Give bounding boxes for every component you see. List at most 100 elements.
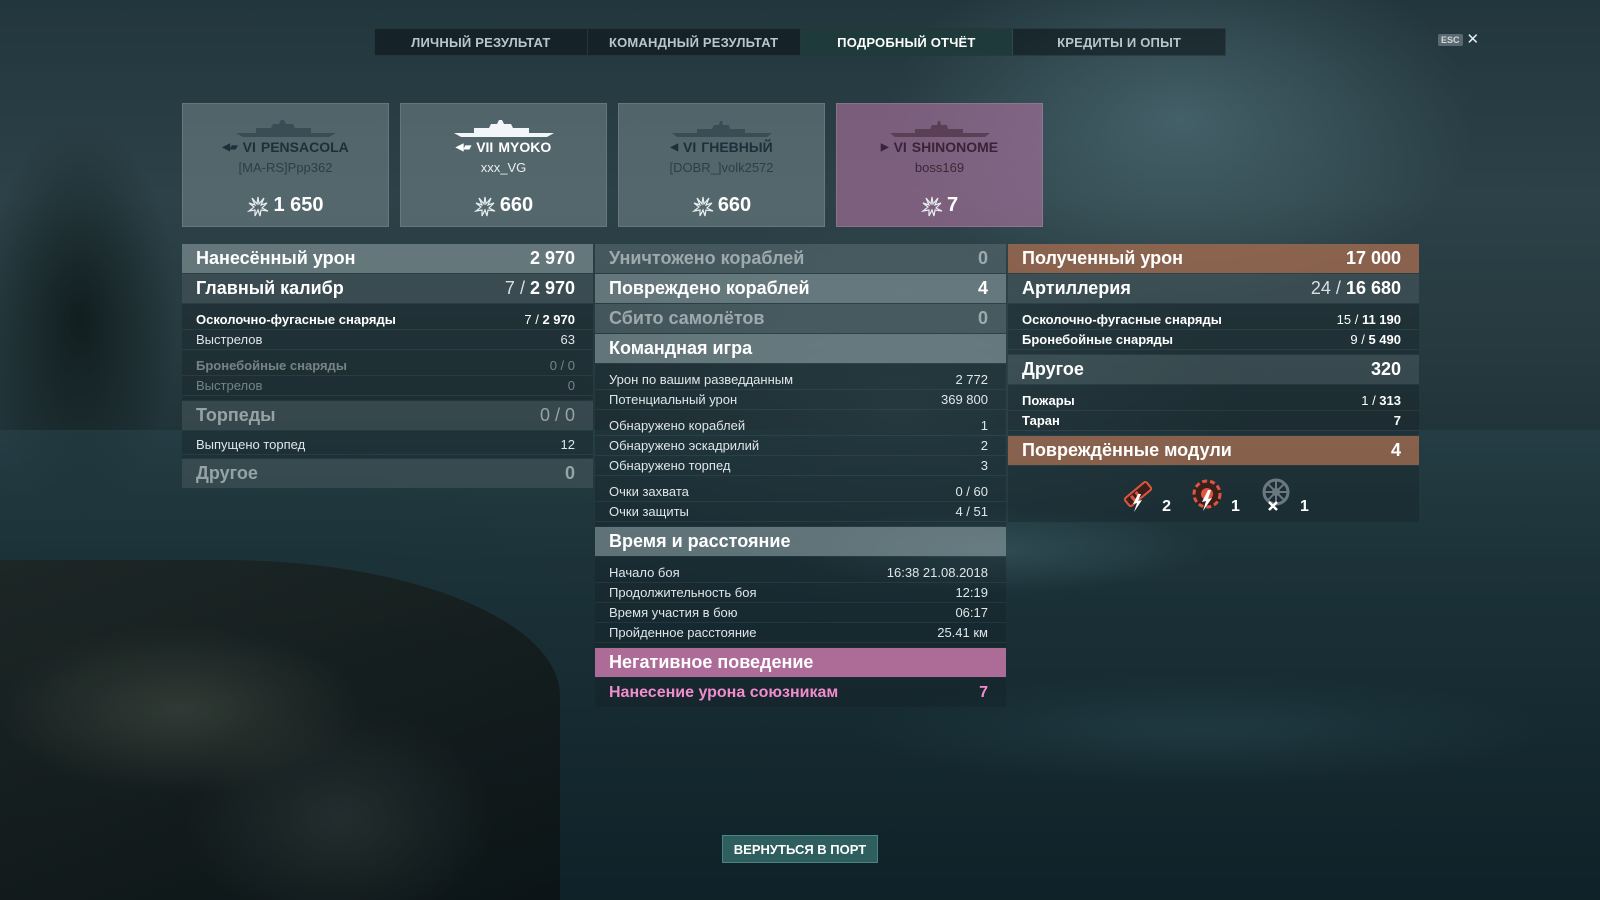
module-item[interactable]: 1 [1187, 474, 1240, 515]
received-he-row: Осколочно-фугасные снаряды 15 / 11 190 [1008, 310, 1419, 330]
defense-points-row: Очки защиты 4 / 51 [595, 502, 1006, 522]
return-to-port-button[interactable]: ВЕРНУТЬСЯ В ПОРТ [722, 835, 878, 863]
artillery-header: Артиллерия 24 / 16 680 [1008, 274, 1419, 303]
fires-row: Пожары 1 / 313 [1008, 391, 1419, 411]
negative-behavior-header: Негативное поведение [595, 648, 1006, 677]
cruiser-icon: ◀▰ [455, 141, 472, 153]
ship-name: SHINONOME [911, 139, 999, 155]
damage-burst-icon [473, 196, 496, 216]
ship-card[interactable]: ▶ VI SHINONOME boss169 7 [836, 103, 1043, 227]
module-item[interactable]: 1 [1256, 474, 1309, 515]
main-battery-header: Главный калибр 7 / 2 970 [182, 274, 593, 303]
damage-burst-icon [691, 196, 714, 216]
close-button[interactable]: ESC ✕ [1438, 32, 1479, 47]
ap-shots-row: Выстрелов 0 [182, 376, 593, 396]
tab-personal-result[interactable]: ЛИЧНЫЙ РЕЗУЛЬТАТ [375, 29, 588, 55]
participation-time-row: Время участия в бою 06:17 [595, 603, 1006, 623]
ship-silhouette-icon [889, 121, 990, 137]
ship-name: ГНЕВНЫЙ [701, 139, 773, 155]
potential-damage-row: Потенциальный урон 369 800 [595, 390, 1006, 410]
ship-silhouette-icon [453, 120, 554, 137]
ap-shells-row: Бронебойные снаряды 0 / 0 [182, 356, 593, 376]
damage-burst-icon [920, 196, 943, 216]
capture-points-row: Очки захвата 0 / 60 [595, 482, 1006, 502]
time-distance-details: Начало боя 16:38 21.08.2018 Продолжительн… [595, 557, 1006, 647]
esc-key-badge: ESC [1438, 33, 1463, 46]
damage-dealt-to-ship: 1 650 [183, 194, 388, 217]
received-other-details: Пожары 1 / 313 Таран 7 [1008, 385, 1419, 435]
damage-dealt-to-ship: 660 [619, 194, 824, 217]
torpedo-details: Выпущено торпед 12 [182, 431, 593, 458]
ship-tier: VI [683, 139, 697, 155]
score-value: 660 [717, 194, 752, 216]
player-name: [DOBR_]volk2572 [669, 160, 774, 175]
damaged-modules-header: Повреждённые модули 4 [1008, 436, 1419, 465]
gun-damaged-icon [1124, 480, 1153, 512]
team-damage-row: Нанесение урона союзникам 7 [595, 678, 1006, 707]
planes-shot-down-header: Сбито самолётов 0 [595, 304, 1006, 333]
ship-name: MYOKO [498, 139, 552, 155]
destroyer-icon: ◀ [670, 141, 679, 153]
ship-title: ▶ VI SHINONOME [837, 139, 1042, 155]
combat-stats-panel: Уничтожено кораблей 0 Повреждено кораблей… [595, 244, 1006, 707]
spotted-ships-row: Обнаружено кораблей 1 [595, 416, 1006, 436]
ship-silhouette-icon [671, 121, 772, 137]
teamplay-header: Командная игра [595, 334, 1006, 363]
damage-burst-icon [247, 196, 269, 216]
dealt-damage-panel: Нанесённый урон 2 970 Главный калибр 7 / … [182, 244, 593, 489]
artillery-details: Осколочно-фугасные снаряды 15 / 11 190 Б… [1008, 304, 1419, 354]
ship-card[interactable]: ◀▰ VI PENSACOLA [MA-RS]Ppp362 1 650 [182, 103, 389, 227]
steering-destroyed-icon [1262, 478, 1290, 511]
cruiser-icon: ◀▰ [222, 141, 238, 153]
damage-received-header: Полученный урон 17 000 [1008, 244, 1419, 273]
ship-silhouette-icon [235, 120, 336, 137]
ship-name: PENSACOLA [260, 139, 349, 155]
tab-bar: ЛИЧНЫЙ РЕЗУЛЬТАТ КОМАНДНЫЙ РЕЗУЛЬТАТ ПОД… [374, 28, 1226, 56]
module-count: 2 [1162, 498, 1172, 515]
score-value: 1 650 [273, 194, 324, 216]
ship-card[interactable]: ◀ VI ГНЕВНЫЙ [DOBR_]volk2572 660 [618, 103, 825, 227]
damaged-ships-cards: ◀▰ VI PENSACOLA [MA-RS]Ppp362 1 650 ◀▰ V… [182, 103, 1043, 227]
ship-title: ◀▰ VII MYOKO [401, 139, 606, 155]
battle-duration-row: Продолжительность боя 12:19 [595, 583, 1006, 603]
ship-title: ◀ VI ГНЕВНЫЙ [619, 139, 824, 155]
player-name: boss169 [914, 160, 965, 175]
tab-detailed-report[interactable]: ПОДРОБНЫЙ ОТЧЁТ [800, 29, 1014, 55]
score-value: 660 [499, 194, 534, 216]
ship-card[interactable]: ◀▰ VII MYOKO xxx_VG 660 [400, 103, 607, 227]
ship-title: ◀▰ VI PENSACOLA [183, 139, 388, 155]
spotting-damage-row: Урон по вашим разведданным 2 772 [595, 370, 1006, 390]
other-damage-header: Другое 0 [182, 459, 593, 488]
tab-credits-xp[interactable]: КРЕДИТЫ И ОПЫТ [1013, 29, 1225, 55]
damage-dealt-header: Нанесённый урон 2 970 [182, 244, 593, 273]
main-battery-details: Осколочно-фугасные снаряды 7 / 2 970 Выс… [182, 304, 593, 400]
engine-damaged-icon [1192, 479, 1222, 511]
he-shots-row: Выстрелов 63 [182, 330, 593, 350]
module-count: 1 [1299, 498, 1309, 515]
module-item[interactable]: 2 [1118, 474, 1172, 515]
torpedoes-launched-row: Выпущено торпед 12 [182, 435, 593, 455]
ship-tier: VI [893, 139, 907, 155]
damage-dealt-to-ship: 7 [837, 194, 1042, 217]
teamplay-details: Урон по вашим разведданным 2 772 Потенциа… [595, 364, 1006, 526]
spotted-torpedoes-row: Обнаружено торпед 3 [595, 456, 1006, 476]
destroyer-icon: ▶ [880, 141, 889, 153]
module-count: 1 [1231, 498, 1240, 515]
he-shells-row: Осколочно-фугасные снаряды 7 / 2 970 [182, 310, 593, 330]
ships-damaged-header: Повреждено кораблей 4 [595, 274, 1006, 303]
distance-row: Пройденное расстояние 25.41 км [595, 623, 1006, 643]
time-distance-header: Время и расстояние [595, 527, 1006, 556]
close-icon[interactable]: ✕ [1467, 32, 1480, 47]
background-shore [0, 560, 560, 900]
ramming-row: Таран 7 [1008, 411, 1419, 431]
spotted-squadrons-row: Обнаружено эскадрилий 2 [595, 436, 1006, 456]
ship-tier: VI [242, 139, 256, 155]
torpedoes-header: Торпеды 0 / 0 [182, 401, 593, 430]
player-name: xxx_VG [480, 160, 527, 175]
damaged-modules-list: 2 1 1 [1008, 466, 1419, 522]
damage-dealt-to-ship: 660 [401, 194, 606, 217]
tab-team-result[interactable]: КОМАНДНЫЙ РЕЗУЛЬТАТ [588, 29, 801, 55]
received-ap-row: Бронебойные снаряды 9 / 5 490 [1008, 330, 1419, 350]
battle-start-row: Начало боя 16:38 21.08.2018 [595, 563, 1006, 583]
received-damage-panel: Полученный урон 17 000 Артиллерия 24 / 16… [1008, 244, 1419, 522]
